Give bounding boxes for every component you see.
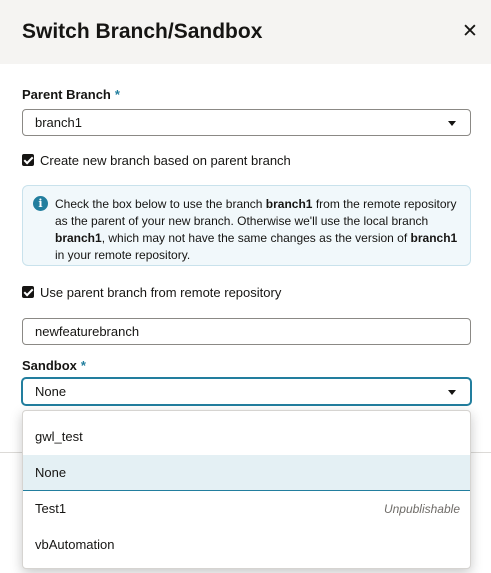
info-branch-name: branch1: [55, 231, 102, 245]
parent-branch-value: branch1: [35, 115, 82, 130]
close-icon[interactable]: ✕: [456, 18, 484, 46]
info-text-part1: Check the box below to use the branch: [55, 197, 266, 211]
checkmark-icon: [23, 286, 34, 297]
chevron-down-icon: [448, 390, 456, 395]
required-marker: *: [114, 87, 120, 102]
info-message-text: Check the box below to use the branch br…: [55, 196, 465, 264]
required-marker: *: [80, 358, 86, 373]
option-label: Test1: [35, 501, 67, 516]
info-branch-name: branch1: [265, 197, 313, 211]
sandbox-option-none[interactable]: None: [23, 455, 470, 491]
remote-branch-checkbox[interactable]: [22, 286, 34, 298]
checkmark-icon: [23, 154, 34, 165]
info-message: i Check the box below to use the branch …: [22, 185, 471, 266]
option-label: None: [35, 465, 67, 480]
parent-branch-label: Parent Branch *: [22, 87, 120, 103]
option-label: vbAutomation: [35, 537, 115, 552]
sandbox-option-gwl-test[interactable]: gwl_test: [23, 419, 470, 455]
chevron-down-icon: [448, 121, 456, 126]
info-text-part4: in your remote repository.: [55, 248, 191, 262]
create-branch-checkbox[interactable]: [22, 154, 34, 166]
info-branch-name: branch1: [410, 231, 458, 245]
sandbox-option-test1[interactable]: Test1 Unpublishable: [23, 491, 470, 527]
info-text-part3: , which may not have the same changes as…: [101, 231, 411, 245]
info-icon: i: [33, 196, 48, 211]
unpublishable-note: Unpublishable: [383, 502, 460, 516]
sandbox-select[interactable]: None: [22, 378, 471, 405]
sandbox-label: Sandbox *: [22, 358, 86, 374]
dialog-title: Switch Branch/Sandbox: [22, 20, 263, 43]
dialog-header: Switch Branch/Sandbox ✕: [0, 0, 491, 64]
remote-branch-checkbox-label[interactable]: Use parent branch from remote repository: [40, 285, 281, 301]
create-branch-checkbox-label[interactable]: Create new branch based on parent branch: [40, 153, 291, 169]
parent-branch-select[interactable]: branch1: [22, 109, 471, 136]
sandbox-label-text: Sandbox: [22, 358, 77, 373]
sandbox-dropdown-list: gwl_test None Test1 Unpublishable vbAuto…: [22, 410, 471, 569]
switch-branch-dialog: Switch Branch/Sandbox ✕ Parent Branch * b…: [0, 0, 491, 573]
sandbox-option-vbautomation[interactable]: vbAutomation: [23, 527, 470, 563]
sandbox-value: None: [35, 384, 67, 399]
option-label: gwl_test: [35, 429, 83, 444]
parent-branch-label-text: Parent Branch: [22, 87, 111, 102]
new-branch-name-input[interactable]: [22, 318, 471, 345]
